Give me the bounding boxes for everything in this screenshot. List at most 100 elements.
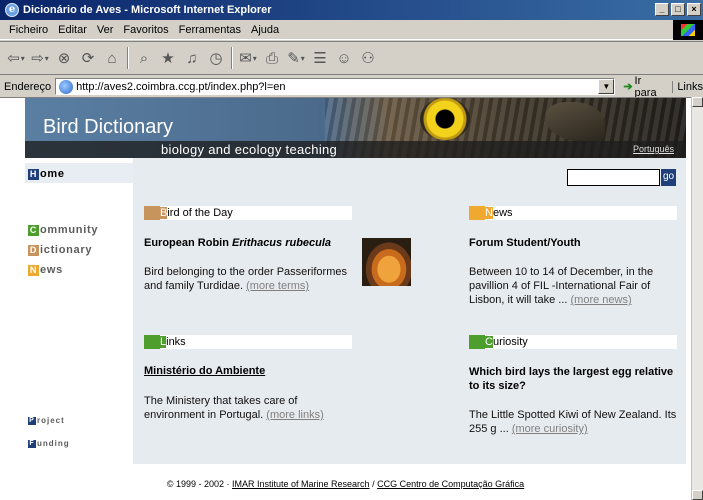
news-title[interactable]: Forum Student/Youth [469,237,581,249]
stop-icon[interactable]: ⊗ [55,49,73,67]
toolbar-separator [127,47,129,69]
toolbar-separator [231,47,233,69]
user-icon[interactable]: ⚇ [359,49,377,67]
refresh-icon[interactable]: ⟳ [79,49,97,67]
windows-logo-icon [673,20,703,40]
footer-copyright: © 1999 - 2002 · [166,479,230,489]
nav-news[interactable]: News [28,264,63,276]
nav-project-label: roject [37,416,65,425]
section-header-links: Links [144,335,352,349]
menu-bar: Ficheiro Editar Ver Favoritos Ferramenta… [0,20,703,40]
messenger-icon[interactable]: ☺ [335,49,353,67]
ccg-link[interactable]: CCG Centro de Computação Gráfica [377,479,524,489]
nav-funding-label: unding [37,439,70,448]
section-header-news: News [469,206,677,220]
footer: © 1999 - 2002 · IMAR Institute of Marine… [0,479,691,489]
links-title[interactable]: Ministério do Ambiente [144,365,265,377]
nav-home[interactable]: Home [28,168,65,180]
links-button[interactable]: Links [672,80,703,93]
menu-favoritos[interactable]: Favoritos [123,24,168,36]
edit-icon[interactable]: ✎ [287,49,305,67]
more-terms-link[interactable]: (more terms) [246,280,309,292]
home-icon[interactable]: ⌂ [103,49,121,67]
curiosity-rest: uriosity [492,336,528,348]
nav-project-initial: P [28,416,36,425]
ie-icon[interactable]: e [5,3,19,17]
search-go-button[interactable]: go [661,169,676,186]
site-title: Bird Dictionary [43,116,174,138]
main-content: go Bird of the Day European Robin Eritha… [133,158,686,464]
menu-ajuda[interactable]: Ajuda [251,24,279,36]
minimize-button[interactable]: _ [655,3,669,16]
language-link[interactable]: Português [633,144,674,154]
bird-latin-name: Erithacus rubecula [232,237,332,249]
back-arrow-icon[interactable]: ⇦ [7,49,25,67]
news-rest: ews [492,207,513,219]
maximize-button[interactable]: □ [671,3,685,16]
discuss-icon[interactable]: ☰ [311,49,329,67]
more-links-link[interactable]: (more links) [266,409,323,421]
site-banner: Bird Dictionary biology and ecology teac… [25,98,686,158]
nav-dictionary-label: ictionary [40,244,93,256]
menu-ficheiro[interactable]: Ficheiro [9,24,48,36]
search-input[interactable] [567,169,660,186]
favorites-icon[interactable]: ★ [159,49,177,67]
address-label: Endereço [4,80,52,93]
curiosity-body: The Little Spotted Kiwi of New Zealand. … [469,408,679,436]
mail-icon[interactable]: ✉ [239,49,257,67]
window-controls: _ □ × [655,3,701,16]
nav-home-initial: H [28,168,39,180]
nav-community-label: ommunity [40,224,99,236]
more-curiosity-link[interactable]: (more curiosity) [512,423,588,435]
curiosity-title[interactable]: Which bird lays the largest egg relative… [469,365,681,393]
print-icon[interactable]: ⎙ [263,49,281,67]
title-bar: e Dicionário de Aves - Microsoft Interne… [0,0,703,20]
european-robin-image[interactable] [362,238,411,286]
address-input[interactable]: http://aves2.coimbra.ccg.pt/index.php?l=… [55,78,616,95]
bird-of-day-title[interactable]: European Robin Erithacus rubecula [144,237,331,249]
go-button[interactable]: ➔ Ir para [623,75,664,99]
nav-community[interactable]: Community [28,224,98,236]
nav-news-label: ews [40,264,63,276]
page-viewport: Bird Dictionary biology and ecology teac… [0,97,691,500]
left-nav: Home Community Dictionary News Project F… [25,158,133,464]
nav-funding[interactable]: Funding [28,439,70,448]
toolbar: ⇦ ⇨ ⊗ ⟳ ⌂ ⌕ ★ ♫ ◷ ✉ ⎙ ✎ ☰ ☺ ⚇ [0,41,703,75]
links-body: The Ministery that takes care of environ… [144,394,344,422]
menu-ferramentas[interactable]: Ferramentas [179,24,241,36]
banner-strip [25,141,686,158]
vertical-scrollbar[interactable] [691,97,703,500]
imar-link[interactable]: IMAR Institute of Marine Research [232,479,370,489]
close-button[interactable]: × [687,3,701,16]
address-dropdown-icon[interactable]: ▼ [598,79,615,94]
bird-of-day-label: Bird of the Day [159,207,233,219]
history-icon[interactable]: ◷ [207,49,225,67]
address-url[interactable]: http://aves2.coimbra.ccg.pt/index.php?l=… [76,81,285,93]
window-title: Dicionário de Aves - Microsoft Internet … [23,4,272,16]
go-arrow-icon: ➔ [623,81,633,93]
more-news-link[interactable]: (more news) [571,294,632,306]
news-chip [469,206,485,220]
menu-ver[interactable]: Ver [97,24,114,36]
nav-dictionary[interactable]: Dictionary [28,244,92,256]
nav-community-initial: C [28,224,39,236]
media-icon[interactable]: ♫ [183,49,201,67]
page-icon [59,79,74,94]
site-subtitle: biology and ecology teaching [161,142,338,157]
section-header-curiosity: Curiosity [469,335,677,349]
nav-dictionary-initial: D [28,244,39,256]
curiosity-section-label: Curiosity [484,336,528,348]
hawk-eye-image [420,98,470,140]
news-initial: N [484,207,493,219]
search-icon[interactable]: ⌕ [135,49,153,67]
nav-project[interactable]: Project [28,416,65,425]
links-chip [144,335,160,349]
nav-funding-initial: F [28,439,36,448]
menu-editar[interactable]: Editar [58,24,87,36]
forward-arrow-icon[interactable]: ⇨ [31,49,49,67]
curiosity-initial: C [484,336,493,348]
scroll-down-button[interactable] [692,490,703,500]
news-body: Between 10 to 14 of December, in the pav… [469,265,679,307]
section-header-bird-of-day: Bird of the Day [144,206,352,220]
scroll-up-button[interactable] [692,97,703,107]
